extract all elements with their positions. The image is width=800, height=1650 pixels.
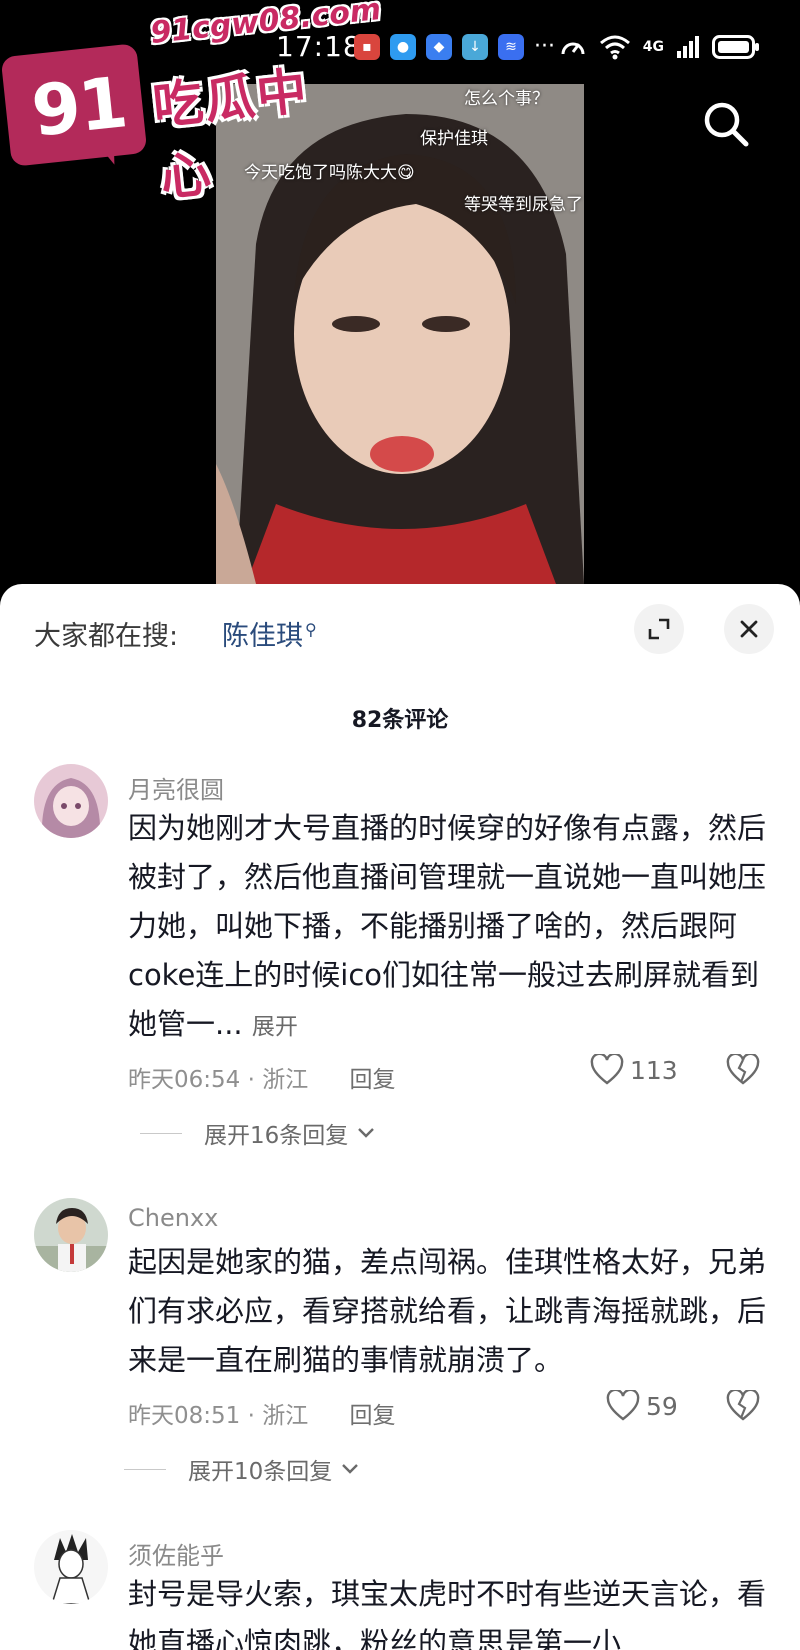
download-notification-icon: ↓	[462, 34, 488, 60]
expand-icon	[648, 618, 670, 640]
chevron-down-icon	[358, 1128, 375, 1138]
expand-replies-button[interactable]: 展开16条回复	[140, 1116, 376, 1150]
close-icon	[740, 620, 758, 638]
video-area: 怎么个事？ 保护佳琪 今天吃饱了吗陈大大😋 等哭等到尿急了 17:18 ▪ ● …	[0, 0, 800, 600]
comment-meta: 昨天06:54 · 浙江 回复	[128, 1060, 396, 1094]
more-notifications-icon: ···	[534, 34, 555, 59]
comment-text: 起因是她家的猫，差点闯祸。佳琪性格太好，兄弟们有求必应，看穿搭就给看，让跳青海摇…	[128, 1245, 767, 1377]
comment-time: 昨天08:51	[128, 1403, 241, 1429]
reply-button[interactable]: 回复	[350, 1403, 396, 1429]
watermark-number: 91	[27, 61, 130, 153]
comment-text: 封号是导火索，琪宝太虎时不时有些逆天言论，看她直播心惊肉跳，粉丝的意思是第一小	[128, 1577, 767, 1650]
sheet-header: 大家都在搜: 陈佳琪 ⚲	[0, 584, 800, 674]
expand-replies-button[interactable]: 展开10条回复	[124, 1452, 360, 1486]
meta-separator: ·	[247, 1403, 255, 1429]
chat-notification-icon: ●	[390, 34, 416, 60]
small-search-icon: ⚲	[305, 620, 317, 639]
avatar[interactable]	[34, 1198, 108, 1272]
comment-username[interactable]: Chenxx	[128, 1204, 218, 1232]
comment-meta: 昨天08:51 · 浙江 回复	[128, 1396, 396, 1430]
system-status: 4G	[559, 34, 760, 60]
hot-search-term[interactable]: 陈佳琪 ⚲	[222, 614, 317, 653]
like-button[interactable]: 113	[590, 1054, 678, 1086]
comment-location: 浙江	[262, 1067, 309, 1093]
comment-text-content: 因为她刚才大号直播的时候穿的好像有点露，然后被封了，然后他直播间管理就一直说她一…	[128, 811, 767, 1041]
comment-location: 浙江	[262, 1403, 309, 1429]
reply-button[interactable]: 回复	[350, 1067, 396, 1093]
comment-text: 因为她刚才大号直播的时候穿的好像有点露，然后被封了，然后他直播间管理就一直说她一…	[128, 804, 768, 1052]
dislike-button[interactable]	[726, 1052, 760, 1090]
danmaku-2: 保护佳琪	[420, 129, 488, 149]
watermark-url: 91cgw08.com	[148, 0, 383, 52]
replies-divider	[124, 1468, 166, 1470]
site-watermark: 91 91cgw08.com 吃瓜中心	[0, 0, 383, 207]
child-avatar-image	[34, 1198, 108, 1272]
expand-replies-label: 展开10条回复	[188, 1459, 333, 1485]
expand-button[interactable]	[634, 604, 684, 654]
like-count: 113	[630, 1055, 678, 1085]
notification-icons: ▪ ● ◆ ↓ ≋ ···	[354, 34, 555, 60]
comment-username[interactable]: 须佐能乎	[128, 1536, 224, 1571]
dislike-button[interactable]	[726, 1388, 760, 1426]
search-button[interactable]	[700, 98, 754, 152]
watermark-name: 吃瓜中心	[150, 61, 312, 208]
battery-icon	[712, 35, 759, 59]
avatar[interactable]	[34, 764, 108, 838]
avatar[interactable]	[34, 1530, 108, 1604]
comment-count: 82条评论	[351, 708, 449, 733]
heart-icon	[590, 1054, 624, 1085]
danmaku-4: 等哭等到尿急了	[464, 195, 583, 215]
speed-icon	[561, 42, 585, 55]
heart-icon	[606, 1390, 640, 1421]
signal-icon	[677, 36, 699, 58]
shield-notification-icon: ◆	[426, 34, 452, 60]
audio-notification-icon: ≋	[498, 34, 524, 60]
sketch-avatar-image	[34, 1530, 108, 1604]
like-count: 59	[646, 1391, 678, 1421]
broken-heart-icon	[726, 1052, 760, 1085]
comment-username[interactable]: 月亮很圆	[128, 770, 224, 805]
meta-separator: ·	[247, 1067, 255, 1093]
close-button[interactable]	[724, 604, 774, 654]
like-button[interactable]: 59	[606, 1390, 678, 1422]
comment-sheet: 大家都在搜: 陈佳琪 ⚲ 82条评论 月亮很圆 因为她刚才大号直播的时候穿的好像…	[0, 584, 800, 1650]
wifi-icon	[599, 35, 630, 60]
anime-avatar-image	[34, 764, 108, 838]
danmaku-1: 怎么个事？	[464, 89, 549, 109]
replies-divider	[140, 1132, 182, 1134]
chevron-down-icon	[342, 1464, 359, 1474]
hot-search-label: 大家都在搜:	[34, 621, 179, 652]
hot-search-term-text[interactable]: 陈佳琪	[222, 621, 303, 652]
search-icon	[704, 102, 749, 147]
expand-text-link[interactable]: 展开	[252, 1014, 298, 1040]
expand-replies-label: 展开16条回复	[204, 1123, 349, 1149]
broken-heart-icon	[726, 1388, 760, 1421]
network-type: 4G	[642, 39, 664, 55]
comment-time: 昨天06:54	[128, 1067, 241, 1093]
